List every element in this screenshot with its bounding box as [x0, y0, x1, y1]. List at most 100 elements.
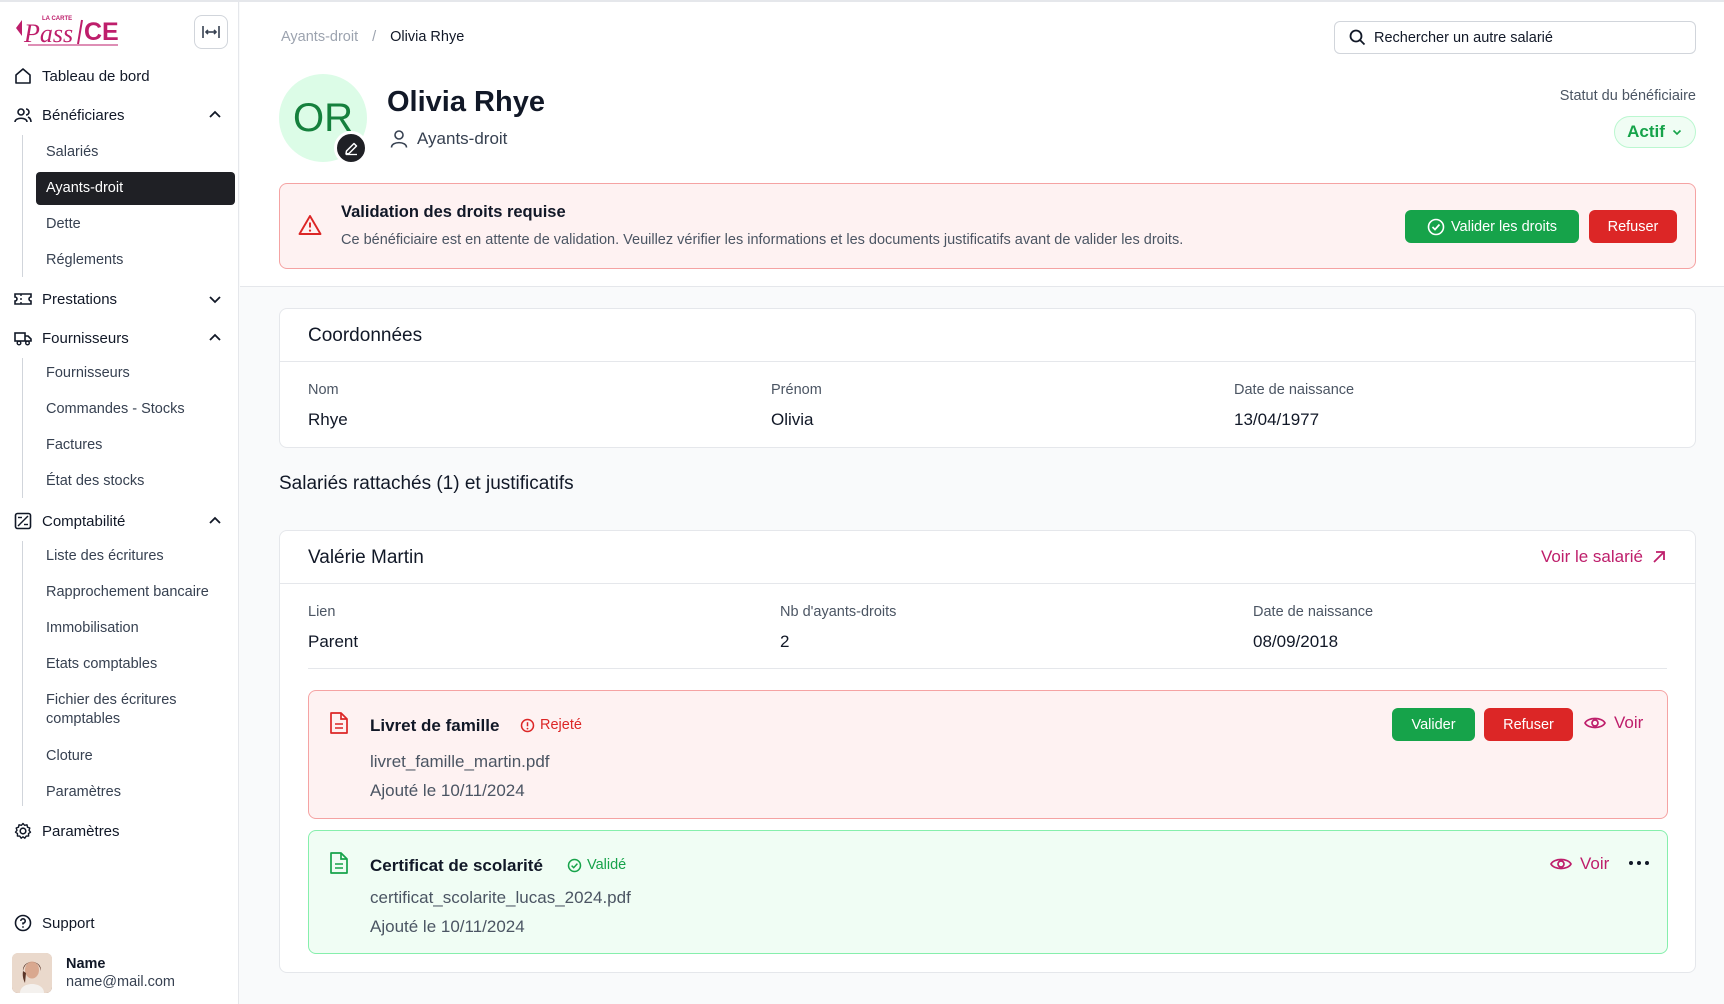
- document-filename: livret_famille_martin.pdf: [370, 752, 550, 771]
- field-label-birthdate: Date de naissance: [1234, 382, 1355, 398]
- sidebar-subitem-commandes[interactable]: Commandes - Stocks: [36, 400, 235, 419]
- field-value-nom: Rhye: [308, 410, 348, 429]
- breadcrumb: Ayants-droit / Olivia Rhye: [281, 29, 464, 45]
- more-horizontal-icon: [1629, 861, 1649, 865]
- user-icon: [390, 130, 408, 148]
- document-filename: certificat_scolarite_lucas_2024.pdf: [370, 888, 631, 907]
- divider: [280, 361, 1695, 362]
- profile-role: Ayants-droit: [389, 129, 507, 149]
- support-label: Support: [42, 914, 95, 932]
- svg-text:CE: CE: [84, 18, 119, 46]
- status-badge-label: Validé: [587, 857, 627, 873]
- truck-icon: [14, 329, 32, 347]
- breadcrumb-current: Olivia Rhye: [390, 29, 465, 45]
- profile-role-label: Ayants-droit: [417, 129, 508, 148]
- sidebar-subitem-cloture[interactable]: Cloture: [36, 747, 235, 766]
- document-added-date: Ajouté le 10/11/2024: [370, 781, 525, 800]
- sidebar-subitem-etats-comptables[interactable]: Etats comptables: [36, 655, 235, 674]
- collapse-icon: [202, 26, 220, 38]
- field-value-birthdate: 13/04/1977: [1234, 410, 1320, 429]
- validate-rights-label: Valider les droits: [1450, 218, 1558, 235]
- user-profile[interactable]: Name name@mail.com: [12, 953, 175, 993]
- alert-title: Validation des droits requise: [341, 203, 566, 221]
- sidebar-subitem-immobilisation[interactable]: Immobilisation: [36, 619, 235, 638]
- document-name: Livret de famille: [370, 716, 500, 735]
- arrow-up-right-icon: [1653, 551, 1665, 563]
- eye-icon: [1584, 717, 1606, 729]
- sidebar-item-parametres[interactable]: Paramètres: [0, 817, 239, 845]
- document-card-rejected: Livret de famille Rejeté livret_famille_…: [308, 690, 1668, 819]
- support-link[interactable]: Support: [0, 909, 239, 937]
- collapse-sidebar-button[interactable]: [194, 15, 228, 49]
- refuse-document-button[interactable]: Refuser: [1484, 708, 1573, 741]
- eye-icon: [1550, 858, 1572, 870]
- file-text-icon: [329, 711, 349, 740]
- sidebar-item-prestations[interactable]: Prestations: [0, 285, 239, 313]
- breadcrumb-separator: /: [372, 29, 377, 45]
- sidebar-subitem-fournisseurs[interactable]: Fournisseurs: [36, 364, 235, 383]
- gear-icon: [14, 822, 32, 840]
- chevron-up-icon: [207, 107, 223, 123]
- status-label: Statut du bénéficiaire: [1559, 88, 1696, 104]
- user-name: Name: [66, 956, 106, 972]
- field-value-lien: Parent: [308, 632, 359, 651]
- sidebar-item-fournisseurs[interactable]: Fournisseurs: [0, 324, 239, 352]
- chevron-up-icon: [207, 330, 223, 346]
- field-label-nom: Nom: [308, 382, 339, 398]
- validate-rights-button[interactable]: Valider les droits: [1405, 210, 1579, 243]
- user-email: name@mail.com: [66, 974, 175, 990]
- refuse-rights-button[interactable]: Refuser: [1589, 210, 1677, 243]
- status-badge-label: Rejeté: [540, 717, 582, 733]
- check-circle-icon: [1427, 218, 1445, 235]
- alert-text: Ce bénéficiaire est en attente de valida…: [341, 232, 1184, 248]
- status-badge: Rejeté: [520, 717, 582, 733]
- sidebar-item-beneficiaires[interactable]: Bénéficiares: [0, 101, 239, 129]
- accounting-icon: [14, 512, 32, 530]
- status-value: Actif: [1627, 122, 1665, 141]
- sidebar-item-label: Bénéficiares: [42, 106, 125, 124]
- search-icon: [1349, 29, 1366, 46]
- sidebar-subitem-salaries[interactable]: Salariés: [36, 143, 235, 162]
- submenu-line: [22, 541, 23, 806]
- page-title: Olivia Rhye: [387, 86, 545, 118]
- sidebar-item-comptabilite[interactable]: Comptabilité: [0, 507, 239, 535]
- sidebar-subitem-reglements[interactable]: Réglements: [36, 251, 235, 270]
- edit-avatar-button[interactable]: [334, 131, 368, 165]
- pass-ce-logo[interactable]: LA CARTE Pass CE: [16, 14, 132, 50]
- breadcrumb-parent[interactable]: Ayants-droit: [281, 29, 358, 45]
- view-document-link[interactable]: Voir: [1550, 854, 1609, 874]
- view-document-link[interactable]: Voir: [1584, 713, 1643, 733]
- document-added-date: Ajouté le 10/11/2024: [370, 917, 525, 936]
- chevron-down-icon: [207, 291, 223, 307]
- search-input[interactable]: [1374, 29, 1674, 46]
- sidebar-subitem-fichier-ecritures[interactable]: Fichier des écritures comptables: [36, 691, 216, 729]
- submenu-line: [22, 135, 23, 277]
- status-dropdown[interactable]: Actif: [1614, 116, 1696, 148]
- coordonnees-title: Coordonnées: [308, 325, 423, 346]
- validate-document-button[interactable]: Valider: [1392, 708, 1475, 741]
- sidebar-subitem-parametres-compta[interactable]: Paramètres: [36, 783, 235, 802]
- view-employee-link[interactable]: Voir le salarié: [1541, 547, 1667, 567]
- chevron-up-icon: [207, 513, 223, 529]
- more-options-button[interactable]: [1627, 855, 1651, 871]
- document-card-validated: Certificat de scolarité Validé certifica…: [308, 830, 1668, 954]
- view-document-label: Voir: [1580, 854, 1610, 873]
- field-label-nb-ayants: Nb d'ayants-droits: [780, 604, 897, 620]
- sidebar-subitem-ecritures[interactable]: Liste des écritures: [36, 547, 235, 566]
- sidebar-subitem-rapprochement[interactable]: Rapprochement bancaire: [36, 583, 235, 602]
- view-document-label: Voir: [1614, 713, 1644, 732]
- sidebar-subitem-dette[interactable]: Dette: [36, 215, 235, 234]
- sidebar-item-label: Prestations: [42, 290, 118, 308]
- sidebar-item-label: Fournisseurs: [42, 329, 129, 347]
- check-circle-icon: [567, 858, 582, 872]
- field-value-birthdate: 08/09/2018: [1253, 632, 1339, 651]
- submenu-line: [22, 358, 23, 498]
- sidebar-subitem-etat-stocks[interactable]: État des stocks: [36, 472, 235, 491]
- sidebar-item-dashboard[interactable]: Tableau de bord: [0, 62, 239, 90]
- sidebar-subitem-factures[interactable]: Factures: [36, 436, 235, 455]
- field-label-lien: Lien: [308, 604, 336, 620]
- home-icon: [14, 67, 32, 85]
- search-box[interactable]: [1334, 21, 1696, 54]
- sidebar-subitem-ayants-droit[interactable]: Ayants-droit: [36, 172, 235, 205]
- pencil-icon: [344, 142, 357, 155]
